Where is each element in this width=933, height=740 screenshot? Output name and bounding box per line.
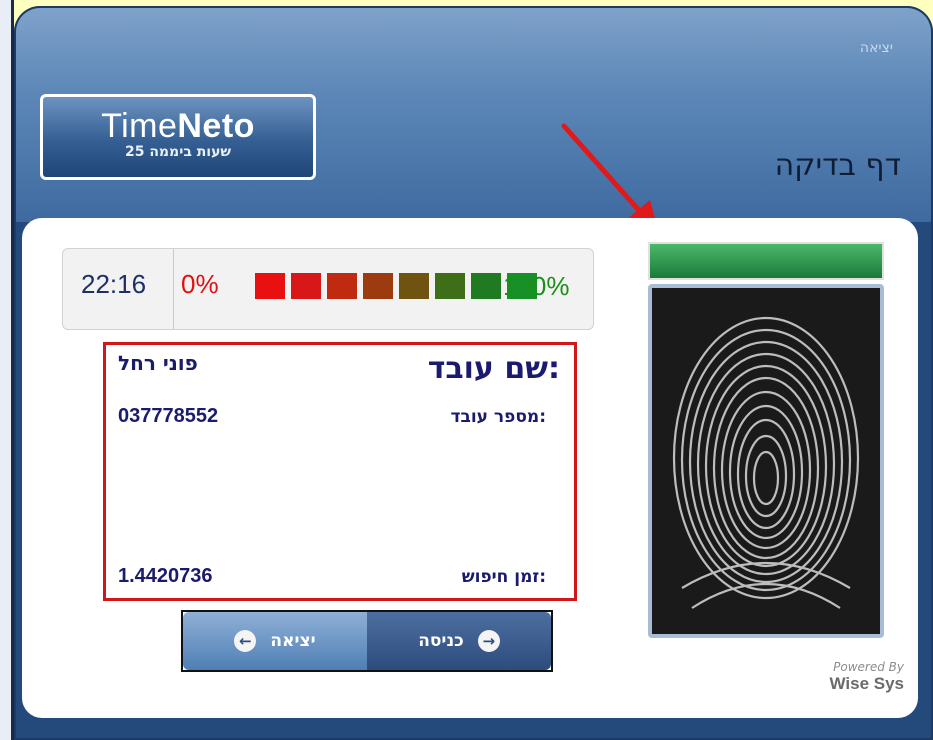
quality-segment <box>291 273 321 299</box>
quality-segment <box>327 273 357 299</box>
content-panel: 22:16 0% 100% שם עובד: פוני רחל מספר עוב… <box>22 218 918 718</box>
employee-id-value: 037778552 <box>118 405 219 427</box>
search-time-label: זמן חיפוש: <box>461 567 546 587</box>
arrow-left-icon: ← <box>234 630 257 652</box>
powered-by-label: Powered By <box>833 660 904 674</box>
company-name: Wise Sys <box>829 674 905 693</box>
page-title: דף בדיקה <box>774 148 901 183</box>
quality-meter <box>255 273 537 299</box>
employee-name-label: שם עובד: <box>427 351 560 386</box>
enter-button-label: כניסה <box>418 631 464 651</box>
logo-tagline: 25 שעות ביממה <box>124 144 232 160</box>
quality-segment <box>363 273 393 299</box>
quality-segment <box>399 273 429 299</box>
enter-button[interactable]: כניסה → <box>367 612 551 670</box>
status-box: 22:16 0% 100% <box>62 248 594 330</box>
employee-info-box: שם עובד: פוני רחל מספר עובד: 037778552 ז… <box>103 342 577 601</box>
fingerprint-icon <box>652 288 880 634</box>
scan-status-bar <box>648 242 884 280</box>
employee-name-value: פוני רחל <box>118 351 198 375</box>
timeneto-logo: TimeNeto 25 שעות ביממה <box>40 94 316 180</box>
left-edge <box>0 0 14 740</box>
search-time-value: 1.4420736 <box>118 565 213 587</box>
clock-time: 22:16 <box>81 269 147 299</box>
quality-max-label: 100% <box>503 271 570 301</box>
header: יציאה TimeNeto 25 שעות ביממה דף בדיקה <box>16 8 931 236</box>
arrow-right-icon: → <box>477 630 500 652</box>
powered-by: Powered By Wise Sys <box>830 660 905 694</box>
quality-min-label: 0% <box>181 269 219 299</box>
quality-segment <box>435 273 465 299</box>
exit-button[interactable]: ← יציאה <box>183 612 367 670</box>
action-buttons: ← יציאה כניסה → <box>181 610 553 672</box>
exit-link[interactable]: יציאה <box>860 40 893 56</box>
app-window: יציאה TimeNeto 25 שעות ביממה דף בדיקה 22… <box>14 6 933 740</box>
quality-segment <box>255 273 285 299</box>
employee-id-label: מספר עובד: <box>450 407 546 427</box>
fingerprint-image <box>648 284 884 638</box>
quality-segment <box>471 273 501 299</box>
exit-button-label: יציאה <box>270 631 316 651</box>
logo-brand: TimeNeto <box>101 107 255 145</box>
divider <box>173 249 174 329</box>
